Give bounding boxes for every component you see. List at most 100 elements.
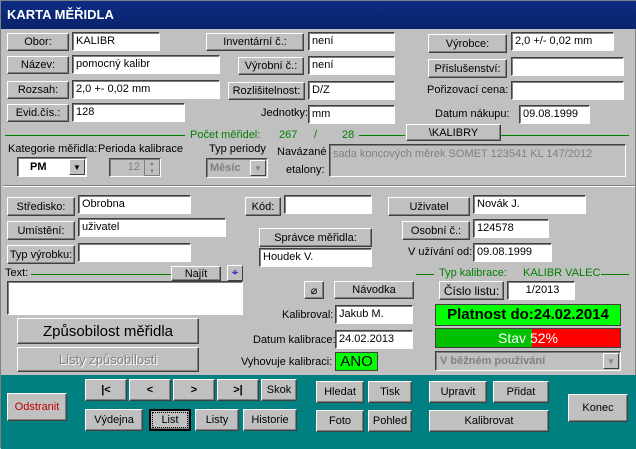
group-line — [601, 274, 629, 275]
spravce-field[interactable]: Houdek V. — [259, 248, 372, 267]
historie-button[interactable]: Historie — [243, 409, 297, 431]
group-line — [31, 274, 171, 275]
rozsah-button[interactable]: Rozsah: — [7, 81, 69, 99]
datum-kalibrace-field[interactable]: 24.02.2013 — [335, 330, 413, 349]
typ-periody-value: Měsíc — [210, 162, 241, 174]
evid-button[interactable]: Evid.čís.: — [7, 104, 69, 122]
typ-periody-select[interactable]: Měsíc ▼ — [206, 158, 268, 178]
v-uzivani-field[interactable]: 09.08.1999 — [473, 243, 552, 262]
chevron-down-icon[interactable]: ▼ — [69, 159, 85, 175]
kalibroval-field[interactable]: Jakub M. — [335, 305, 413, 324]
upravit-button[interactable]: Upravit — [429, 381, 487, 403]
pridat-button[interactable]: Přidat — [493, 381, 549, 403]
uzivatel-button[interactable]: Uživatel — [388, 197, 470, 216]
v-uzivani-label: V užívání od: — [408, 246, 473, 258]
typ-periody-label: Typ periody — [209, 143, 266, 155]
stav-label: Stav — [498, 330, 527, 346]
inventarni-button[interactable]: Inventární č.: — [206, 33, 304, 51]
vyrobni-button[interactable]: Výrobní č.: — [238, 57, 304, 75]
chevron-down-icon[interactable]: ▼ — [603, 353, 619, 369]
pocet-label: Počet měřidel: — [190, 129, 261, 141]
kalibroval-label: Kalibroval: — [282, 309, 334, 321]
skok-button[interactable]: Skok — [261, 379, 297, 401]
attachment-icon[interactable]: ⌀ — [304, 281, 324, 299]
rozsah-field[interactable]: 2,0 +- 0,02 mm — [72, 80, 220, 99]
vyrobce-button[interactable]: Výrobce: — [428, 34, 507, 53]
foto-button[interactable]: Foto — [316, 410, 364, 432]
text-field[interactable] — [7, 281, 243, 315]
kalibry-button[interactable]: \KALIBRY — [406, 124, 501, 141]
uzivatel-field[interactable]: Novák J. — [473, 195, 586, 214]
group-line — [416, 274, 434, 275]
pohled-button[interactable]: Pohled — [368, 410, 412, 432]
osobni-button[interactable]: Osobní č.: — [402, 221, 470, 240]
najit-button[interactable]: Najít — [171, 266, 221, 281]
rozlisitelnost-button[interactable]: Rozlišitelnost: — [228, 82, 305, 100]
last-button[interactable]: >| — [217, 379, 259, 401]
etalony-field[interactable]: sada koncových měrek SOMET 123541 KL 147… — [329, 144, 626, 177]
listy-button[interactable]: Listy — [195, 409, 239, 431]
next-button[interactable]: > — [173, 379, 215, 401]
umisteni-field[interactable]: uživatel — [78, 218, 226, 237]
chevron-down-icon[interactable]: ▼ — [250, 160, 266, 176]
typ-vyrobku-field[interactable] — [78, 243, 191, 262]
cena-label: Pořizovací cena: — [427, 84, 509, 96]
pocet-sep: / — [314, 129, 318, 141]
umisteni-button[interactable]: Umístění: — [7, 221, 75, 240]
cislo-listu-button[interactable]: Číslo listu: — [439, 281, 504, 300]
prislusenstvi-field[interactable] — [511, 57, 624, 76]
typ-kalibrace-label: Typ kalibrace: — [439, 267, 507, 279]
vydejna-button[interactable]: Výdejna — [85, 409, 143, 431]
kategorie-label: Kategorie měřidla: — [8, 143, 98, 155]
osobni-field[interactable]: 124578 — [473, 219, 549, 238]
datum-kalibrace-label: Datum kalibrace: — [253, 334, 336, 346]
stredisko-button[interactable]: Středisko: — [7, 197, 75, 216]
jednotky-field[interactable]: mm — [308, 105, 395, 124]
spinner-icon[interactable]: ▲ ▼ — [144, 159, 160, 176]
listy-zpusobilosti-button[interactable]: Listy způsobilosti — [17, 347, 199, 372]
prev-button[interactable]: < — [129, 379, 171, 401]
nav-bar: Odstranit |< < > >| Skok Výdejna List Li… — [1, 375, 636, 449]
inventarni-field[interactable]: není — [308, 32, 395, 51]
vyhovuje-label: Vyhovuje kalibraci: — [241, 356, 333, 368]
zpusobilost-button[interactable]: Způsobilost měřidla — [17, 318, 199, 344]
nazev-button[interactable]: Název: — [7, 56, 69, 74]
navodka-button[interactable]: Návodka — [334, 281, 414, 299]
vyrobni-field[interactable]: není — [308, 56, 395, 75]
list-button[interactable]: List — [149, 409, 191, 431]
stredisko-field[interactable]: Obrobna — [78, 195, 191, 214]
prislusenstvi-button[interactable]: Příslušenství: — [428, 59, 507, 78]
kategorie-value: PM — [30, 161, 47, 173]
kategorie-select[interactable]: PM ▼ — [17, 157, 87, 177]
platnost-badge: Platnost do:24.02.2014 — [435, 304, 621, 326]
nazev-field[interactable]: pomocný kalibr — [72, 55, 220, 74]
kalibrovat-button[interactable]: Kalibrovat — [429, 410, 549, 432]
kod-field[interactable] — [284, 195, 372, 214]
typ-vyrobku-button[interactable]: Typ výrobku: — [7, 245, 75, 264]
title-bar: KARTA MĚŘIDLA — [1, 1, 636, 29]
first-button[interactable]: |< — [85, 379, 127, 401]
konec-button[interactable]: Konec — [568, 394, 628, 422]
vyhovuje-value: ANO — [335, 352, 378, 371]
zoom-icon[interactable]: ⌖ — [227, 265, 243, 281]
cislo-listu-field[interactable]: 1/2013 — [507, 281, 575, 300]
hledat-button[interactable]: Hledat — [316, 381, 364, 403]
text-label: Text: — [5, 267, 29, 279]
obor-field[interactable]: KALIBR — [72, 32, 160, 51]
evid-field[interactable]: 128 — [72, 103, 185, 122]
stav-select-value: V běžném používání — [440, 355, 546, 367]
stav-percent: 52% — [529, 330, 558, 346]
obor-button[interactable]: Obor: — [7, 33, 69, 51]
odstranit-button[interactable]: Odstranit — [7, 393, 67, 421]
vyrobce-field[interactable]: 2,0 +/- 0,02 mm — [511, 32, 614, 51]
rozlisitelnost-field[interactable]: D/Z — [308, 81, 395, 100]
spravce-button[interactable]: Správce měřidla: — [259, 228, 372, 247]
etalony-label: etalony: — [286, 164, 325, 176]
datum-nakupu-field[interactable]: 09.08.1999 — [519, 105, 590, 124]
perioda-label: Perioda kalibrace — [98, 143, 183, 155]
stav-select[interactable]: V běžném používání ▼ — [435, 351, 621, 371]
cena-field[interactable] — [511, 81, 624, 100]
tisk-button[interactable]: Tisk — [368, 381, 412, 403]
kod-button[interactable]: Kód: — [245, 197, 281, 216]
group-line — [5, 135, 185, 136]
